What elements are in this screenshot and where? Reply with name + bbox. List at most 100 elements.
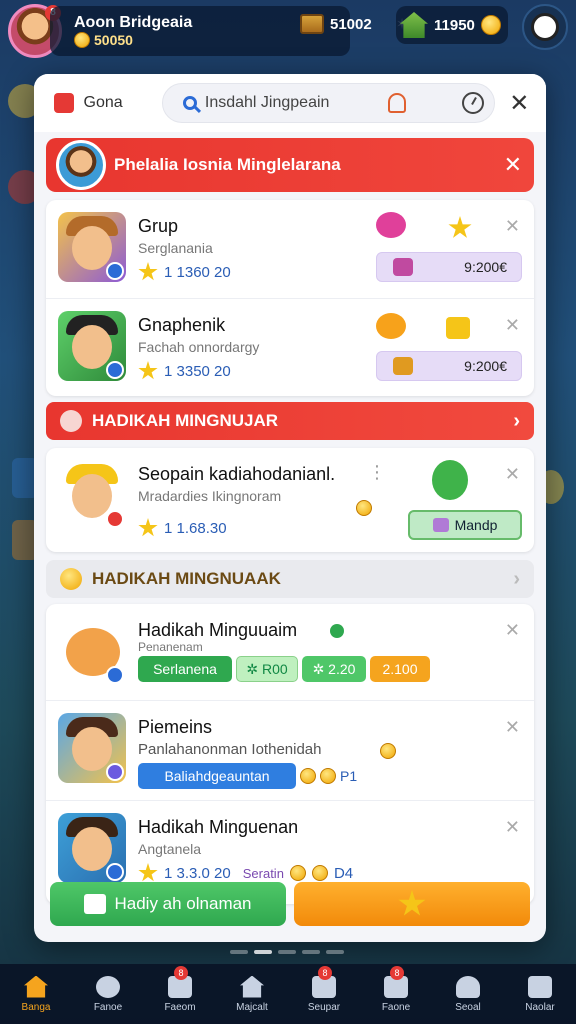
- search-icon: [96, 975, 120, 998]
- house-icon: [400, 12, 428, 38]
- banner-close-button[interactable]: ✕: [504, 152, 522, 178]
- character-thumbnail: [58, 813, 126, 883]
- house-value: 11950: [434, 16, 475, 34]
- notification-badge: 8: [174, 966, 188, 980]
- coin-icon: [480, 15, 501, 35]
- home-icon: [24, 975, 48, 998]
- top-hud: 8 Aoon Bridgeaia 50050 51002 ✶ 11950: [0, 0, 576, 62]
- coin-icon: [320, 768, 336, 784]
- person-icon: [456, 975, 480, 998]
- search-input[interactable]: Insdahl Jingpeain: [205, 94, 380, 112]
- price-button[interactable]: 9:200€: [376, 351, 522, 381]
- house-icon: [240, 975, 264, 998]
- character-thumbnail: [58, 212, 126, 282]
- star-icon: [398, 890, 426, 916]
- modal-header: Gona Insdahl Jingpeain ✕: [34, 74, 546, 132]
- nav-item-profile[interactable]: Seoal: [432, 964, 504, 1024]
- tag[interactable]: Baliahdgeauntan: [138, 763, 296, 789]
- item-subtitle: Panlahanonman Iothenidah: [138, 741, 322, 758]
- nav-item-shop[interactable]: Naolar: [504, 964, 576, 1024]
- nav-item-inbox[interactable]: 8 Faone: [360, 964, 432, 1024]
- tag[interactable]: ✲ R00: [236, 656, 298, 682]
- bottom-actions: Hadiy ah olnaman: [50, 882, 530, 926]
- bell-icon[interactable]: [387, 93, 406, 113]
- character-thumbnail: [58, 311, 126, 381]
- coin-icon: [300, 768, 316, 784]
- coin-icon: [380, 743, 396, 759]
- dismiss-button[interactable]: ✕: [505, 464, 520, 485]
- coin-value: 50050: [94, 32, 133, 48]
- star-icon: [138, 863, 158, 882]
- chest-icon: [300, 14, 324, 34]
- crown-icon: [446, 317, 470, 339]
- green-dot-icon: [330, 624, 344, 638]
- house-counter[interactable]: 11950: [396, 6, 508, 44]
- gift-icon: [84, 894, 107, 914]
- list-item[interactable]: Gnaphenik Fachah onnordargy 1 3350 20 9:…: [46, 298, 534, 396]
- page-indicator: [230, 950, 344, 954]
- promo-banner[interactable]: Phelalia Iosnia Minglelarana ✕: [46, 138, 534, 192]
- menu-label[interactable]: Gona: [84, 94, 152, 112]
- nav-item-search[interactable]: Fanoe: [72, 964, 144, 1024]
- coin-counter: 50050: [74, 32, 350, 48]
- list-item[interactable]: Hadikah Minguuaim Penanenam Serlanena ✲ …: [46, 604, 534, 702]
- star-icon: [448, 216, 472, 238]
- player-profile-panel[interactable]: Aoon Bridgeaia 50050 51002 ✶: [50, 6, 408, 56]
- tag[interactable]: 2.100: [370, 656, 430, 682]
- extra-label: P1: [340, 768, 358, 784]
- coin-icon: [289, 865, 306, 881]
- character-thumbnail: [58, 713, 126, 783]
- list-item[interactable]: Grup Serglanania 1 1360 20 9:200€ ✕: [46, 200, 534, 298]
- tag[interactable]: Serlanena: [138, 656, 232, 682]
- star-icon: [138, 262, 158, 281]
- tag-list: Baliahdgeauntan P1: [138, 763, 357, 789]
- star-icon: [138, 361, 158, 380]
- item-subtitle: Penanenam: [138, 640, 203, 654]
- item-subtitle: Angtanela: [138, 841, 202, 857]
- clock-icon[interactable]: [461, 92, 484, 114]
- dismiss-button[interactable]: ✕: [505, 315, 520, 336]
- nav-item-house[interactable]: Majcalt: [216, 964, 288, 1024]
- shop-icon: [528, 975, 552, 998]
- dismiss-button[interactable]: ✕: [505, 717, 520, 738]
- nav-item-home[interactable]: Banga: [0, 964, 72, 1024]
- section-header[interactable]: HADIKAH MINGNUJAR ›: [46, 402, 534, 440]
- dismiss-button[interactable]: ✕: [505, 216, 520, 237]
- section-header[interactable]: HADIKAH MINGNUAAK ›: [46, 560, 534, 598]
- character-thumbnail: [58, 460, 126, 530]
- reward-creature-icon: [376, 212, 406, 238]
- coin-icon: [356, 500, 372, 516]
- list-item[interactable]: Piemeins Panlahanonman Iothenidah Baliah…: [46, 700, 534, 798]
- dismiss-button[interactable]: ✕: [505, 620, 520, 641]
- bottom-navigation: Banga Fanoe 8 Faeom Majcalt 8 Seupar 8 F…: [0, 964, 576, 1024]
- tag-list: Serlanena ✲ R00 ✲ 2.20 2.100: [138, 656, 430, 682]
- item-title: Hadikah Minguenan: [138, 817, 299, 837]
- star-icon: [138, 518, 158, 537]
- more-options-icon[interactable]: ⋮: [368, 462, 386, 483]
- chevron-right-icon: ›: [513, 567, 520, 590]
- item-title: Seopain kadiahodanianl.: [138, 464, 336, 484]
- claim-rewards-button[interactable]: Hadiy ah olnaman: [50, 882, 286, 926]
- dismiss-button[interactable]: ✕: [505, 817, 520, 838]
- item-subtitle: Serglanania: [138, 240, 213, 256]
- claim-button[interactable]: Mandp: [408, 510, 522, 540]
- panda-face-icon[interactable]: [522, 4, 568, 50]
- nav-item-mail[interactable]: 8 Seupar: [288, 964, 360, 1024]
- search-bar[interactable]: Insdahl Jingpeain: [161, 83, 495, 123]
- coin-icon: [60, 568, 82, 590]
- fox-thumbnail: [58, 616, 126, 686]
- price-button[interactable]: 9:200€: [376, 252, 522, 282]
- nav-item-chart[interactable]: 8 Faeom: [144, 964, 216, 1024]
- item-title: Piemeins: [138, 717, 213, 737]
- sun-creature-icon: [376, 313, 406, 339]
- close-modal-button[interactable]: ✕: [505, 89, 534, 118]
- bag-icon: [54, 93, 74, 113]
- coin-icon: [74, 32, 90, 48]
- extra-label: Seratin: [242, 865, 284, 881]
- search-icon: [182, 96, 197, 110]
- reward-card: Seopain kadiahodanianl. Mradardies Iking…: [46, 448, 534, 552]
- tag[interactable]: ✲ 2.20: [302, 656, 366, 682]
- chest-counter[interactable]: 51002 ✶: [300, 14, 408, 34]
- star-action-button[interactable]: [294, 882, 530, 926]
- list-item[interactable]: Seopain kadiahodanianl. Mradardies Iking…: [46, 448, 534, 552]
